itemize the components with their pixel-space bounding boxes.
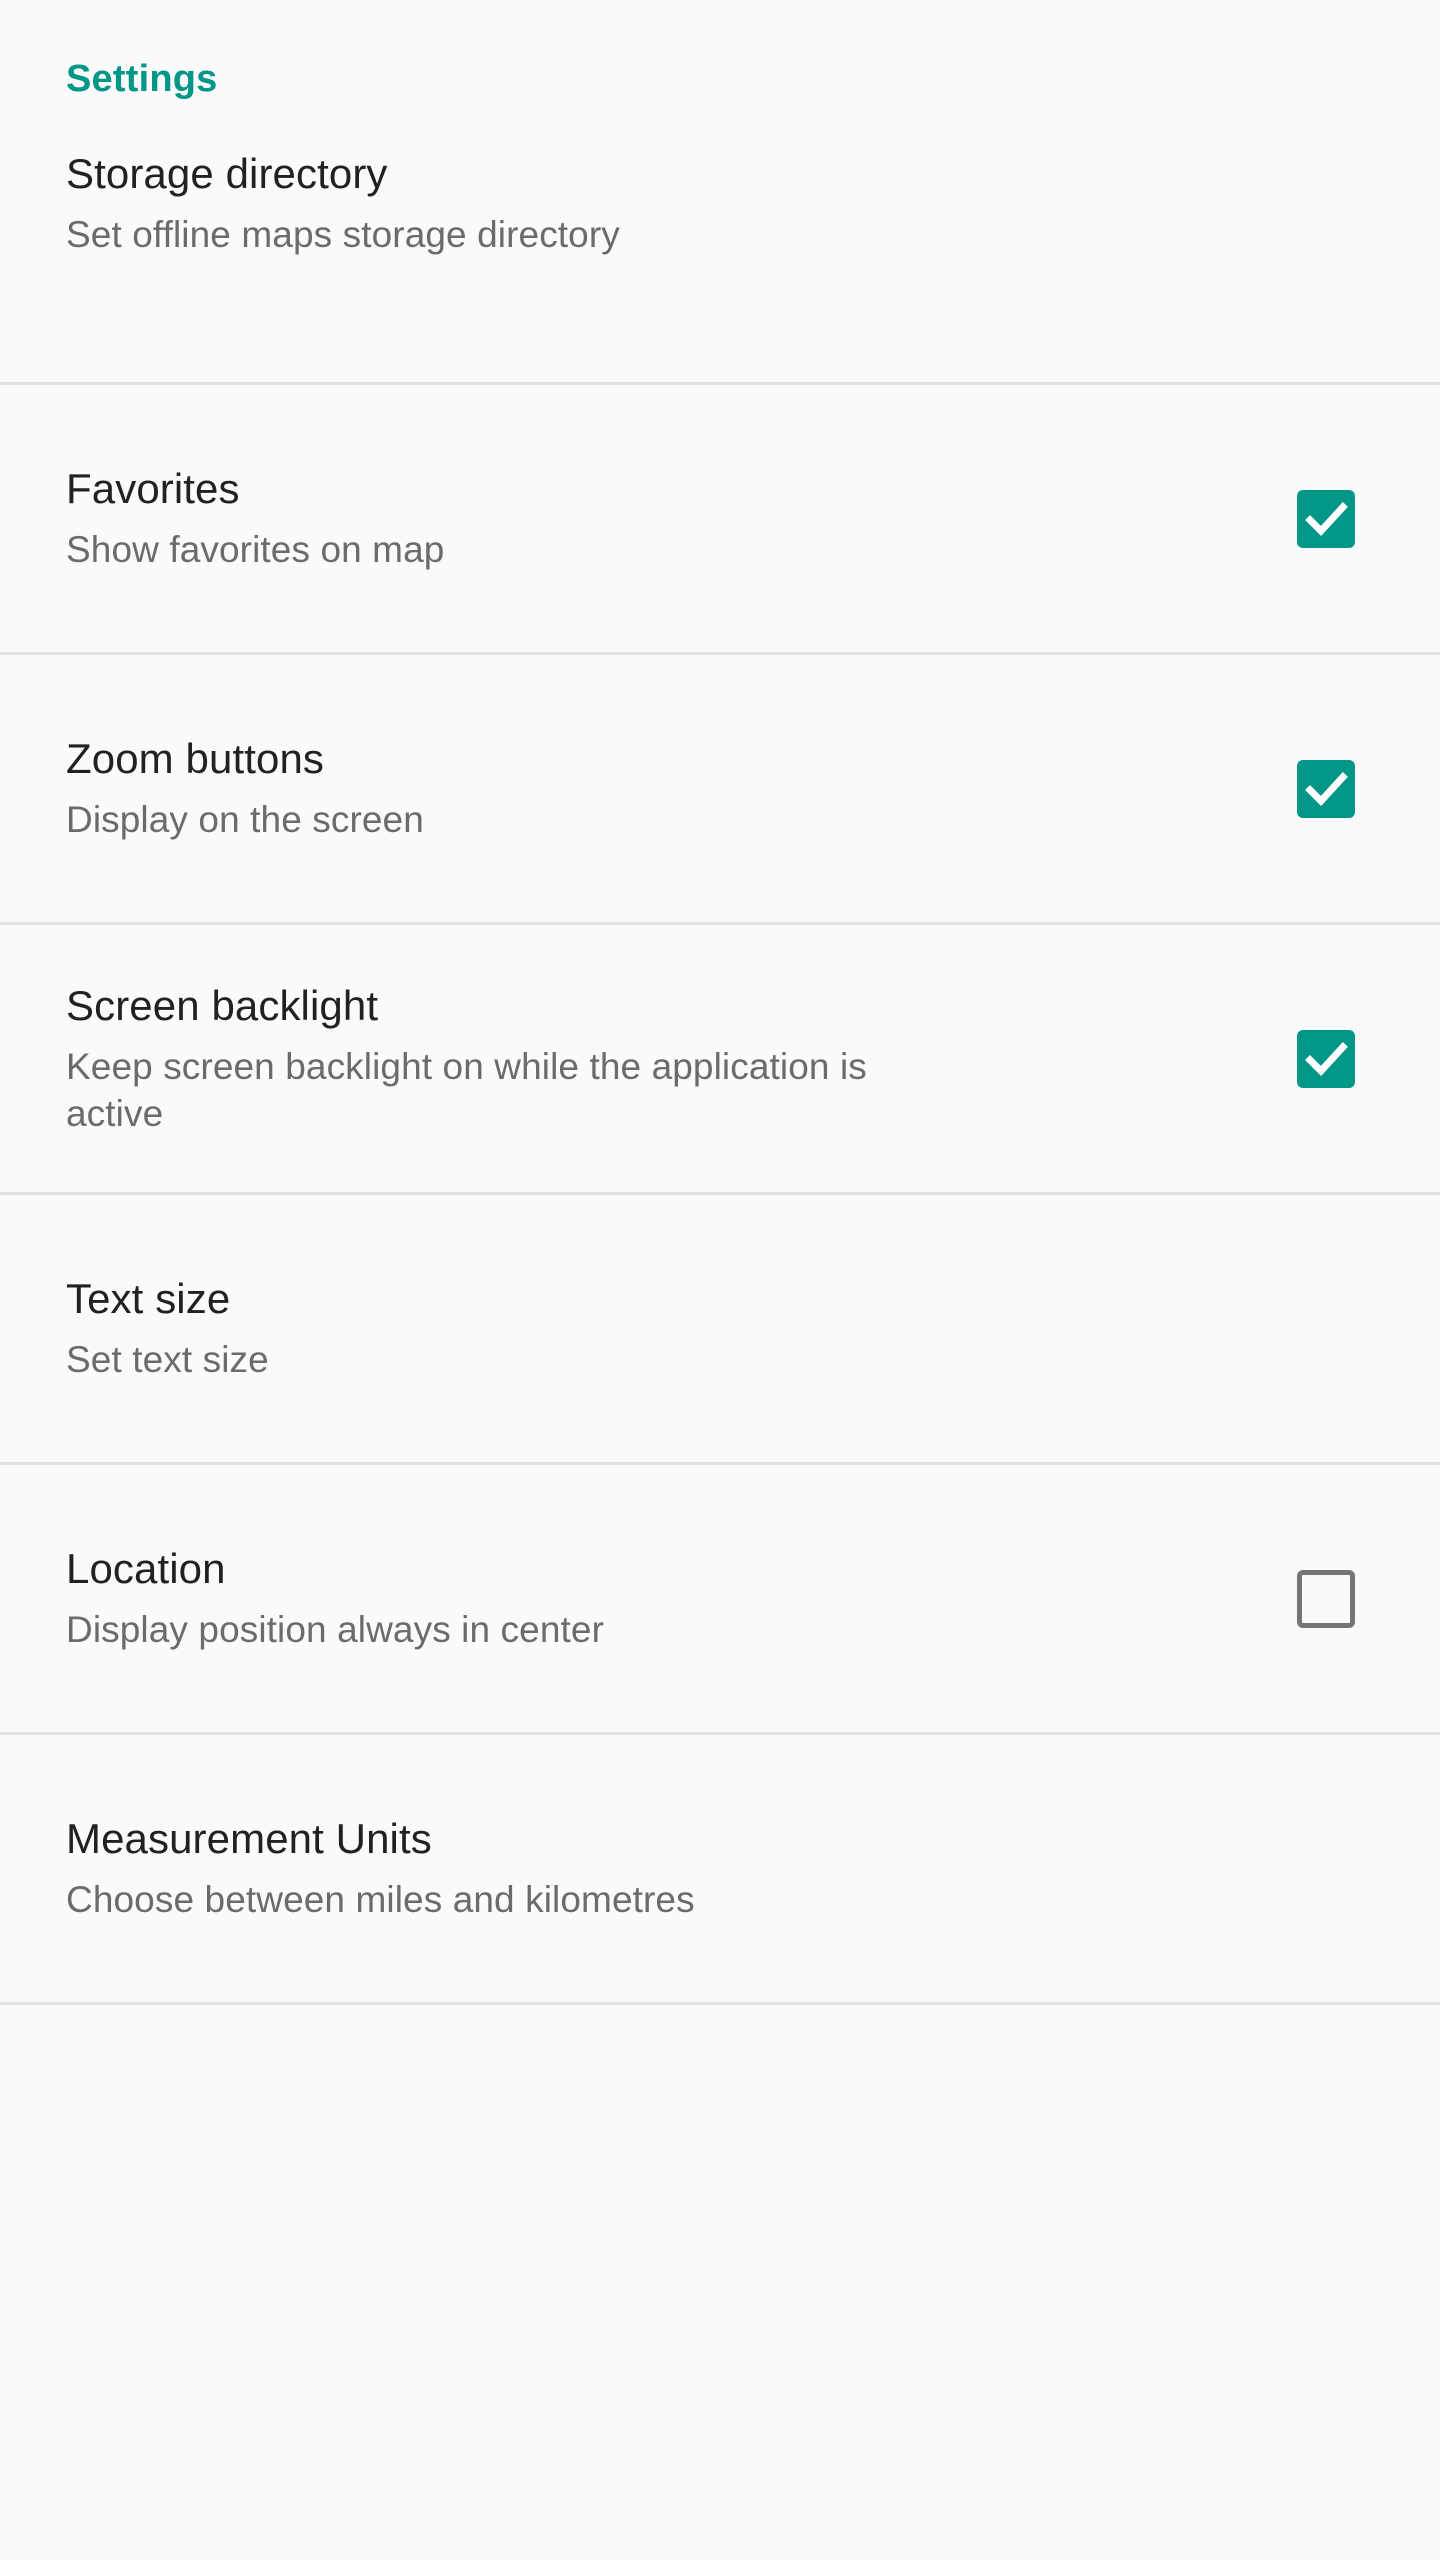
preference-summary-location: Display position always in center	[66, 1609, 604, 1651]
preference-text-text-size: Text size Set text size	[66, 1273, 1278, 1384]
preference-title-location: Location	[66, 1545, 226, 1593]
preference-row-favorites[interactable]: Favorites Show favorites on map	[0, 385, 1440, 655]
preference-widget-screen-backlight	[1278, 1029, 1374, 1088]
preference-title-measurement-units: Measurement Units	[66, 1815, 432, 1863]
preference-title-text-size: Text size	[66, 1275, 231, 1323]
preference-text-measurement-units: Measurement Units Choose between miles an…	[66, 1813, 1278, 1924]
preference-text-zoom-buttons: Zoom buttons Display on the screen	[66, 733, 1278, 844]
preference-list: Storage directory Set offline maps storag…	[0, 140, 1440, 2005]
preference-summary-storage-directory: Set offline maps storage directory	[66, 214, 620, 256]
checkbox-location[interactable]	[1297, 1569, 1355, 1628]
checkbox-favorites[interactable]	[1297, 489, 1355, 548]
preference-summary-text-size: Set text size	[66, 1339, 269, 1381]
preference-summary-favorites: Show favorites on map	[66, 529, 445, 571]
preference-text-screen-backlight: Screen backlight Keep screen backlight on…	[66, 980, 1278, 1138]
preference-text-location: Location Display position always in cente…	[66, 1543, 1278, 1654]
preference-text-favorites: Favorites Show favorites on map	[66, 463, 1278, 574]
preference-summary-measurement-units: Choose between miles and kilometres	[66, 1879, 695, 1921]
preference-title-zoom-buttons: Zoom buttons	[66, 735, 324, 783]
preference-row-storage-directory[interactable]: Storage directory Set offline maps storag…	[0, 140, 1440, 385]
check-icon	[1305, 1041, 1348, 1076]
preference-row-screen-backlight[interactable]: Screen backlight Keep screen backlight on…	[0, 925, 1440, 1195]
preference-row-text-size[interactable]: Text size Set text size	[0, 1195, 1440, 1465]
preference-row-measurement-units[interactable]: Measurement Units Choose between miles an…	[0, 1735, 1440, 2005]
preference-text-storage-directory: Storage directory Set offline maps storag…	[66, 140, 1278, 259]
checkbox-zoom-buttons[interactable]	[1297, 759, 1355, 818]
check-icon	[1305, 501, 1348, 536]
preference-row-location[interactable]: Location Display position always in cente…	[0, 1465, 1440, 1735]
checkbox-screen-backlight[interactable]	[1297, 1029, 1355, 1088]
preference-title-screen-backlight: Screen backlight	[66, 981, 379, 1029]
preference-widget-favorites	[1278, 489, 1374, 548]
preference-title-favorites: Favorites	[66, 465, 240, 513]
preference-summary-screen-backlight: Keep screen backlight on while the appli…	[66, 1045, 867, 1135]
preference-widget-location	[1278, 1569, 1374, 1628]
preference-summary-zoom-buttons: Display on the screen	[66, 799, 424, 841]
settings-screen: Settings Storage directory Set offline ma…	[0, 0, 1440, 2560]
preference-title-storage-directory: Storage directory	[66, 150, 388, 197]
check-icon	[1305, 771, 1348, 806]
preference-row-zoom-buttons[interactable]: Zoom buttons Display on the screen	[0, 655, 1440, 925]
settings-section-header: Settings	[0, 0, 1440, 140]
list-bottom-filler	[0, 2005, 1440, 2445]
preference-widget-zoom-buttons	[1278, 759, 1374, 818]
page-title: Settings	[66, 58, 218, 100]
